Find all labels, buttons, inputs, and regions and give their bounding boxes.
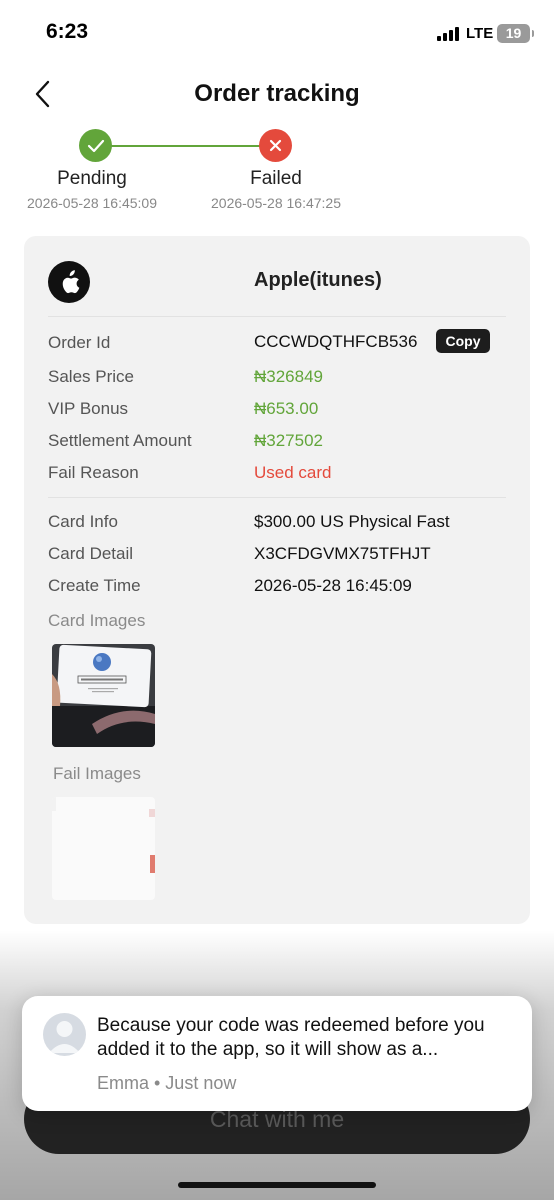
step-failed-dot bbox=[259, 129, 292, 162]
fail-reason-label: Fail Reason bbox=[48, 463, 139, 482]
network-label: LTE bbox=[466, 25, 494, 42]
fail-reason-value: Used card bbox=[254, 463, 332, 482]
card-image-thumbnail[interactable] bbox=[52, 644, 155, 747]
step-failed-label: Failed bbox=[250, 168, 302, 189]
fail-image-thumbnail[interactable] bbox=[52, 797, 155, 900]
brand-name: Apple(itunes) bbox=[254, 269, 382, 291]
create-time-label: Create Time bbox=[48, 576, 141, 595]
order-progress: Pending Failed 2026-05-28 16:45:09 2026-… bbox=[0, 128, 554, 218]
sales-price-label: Sales Price bbox=[48, 367, 134, 386]
card-info-label: Card Info bbox=[48, 512, 118, 531]
notification-banner[interactable]: Because your code was redeemed before yo… bbox=[22, 996, 532, 1111]
step-failed-time: 2026-05-28 16:47:25 bbox=[211, 195, 341, 211]
divider bbox=[48, 497, 506, 498]
check-icon bbox=[87, 139, 105, 153]
notification-message: Because your code was redeemed before yo… bbox=[97, 1015, 485, 1060]
battery-icon: 19 bbox=[497, 24, 534, 43]
status-time: 6:23 bbox=[46, 20, 89, 43]
card-detail-value: X3CFDGVMX75TFHJT bbox=[254, 544, 431, 563]
progress-line bbox=[96, 145, 276, 147]
user-avatar-icon bbox=[43, 1013, 86, 1056]
apple-icon bbox=[48, 261, 90, 303]
step-pending-dot bbox=[79, 129, 112, 162]
divider bbox=[48, 316, 506, 317]
card-detail-label: Card Detail bbox=[48, 544, 134, 563]
sales-price-value: ₦326849 bbox=[254, 367, 324, 386]
step-pending-time: 2026-05-28 16:45:09 bbox=[27, 195, 157, 211]
page-title: Order tracking bbox=[194, 80, 360, 107]
order-id-value: CCCWDQTHFCB536 bbox=[254, 332, 418, 351]
copy-button[interactable]: Copy bbox=[436, 329, 490, 353]
vip-bonus-label: VIP Bonus bbox=[48, 399, 129, 418]
home-indicator bbox=[178, 1182, 376, 1188]
card-info-value: $300.00 US Physical Fast bbox=[254, 512, 450, 531]
create-time-value: 2026-05-28 16:45:09 bbox=[254, 576, 412, 595]
status-bar: 6:23 LTE 19 bbox=[0, 0, 554, 62]
step-pending-label: Pending bbox=[57, 168, 127, 189]
vip-bonus-value: ₦653.00 bbox=[254, 399, 319, 418]
settlement-amount-label: Settlement Amount bbox=[48, 431, 192, 450]
close-icon bbox=[269, 139, 282, 152]
settlement-amount-value: ₦327502 bbox=[254, 431, 324, 450]
notification-meta: Emma • Just now bbox=[97, 1073, 237, 1093]
signal-icon bbox=[437, 27, 461, 41]
card-images-label: Card Images bbox=[48, 611, 146, 630]
order-card: Apple(itunes) Order Id CCCWDQTHFCB536 Co… bbox=[24, 236, 530, 924]
order-id-label: Order Id bbox=[48, 333, 111, 352]
fail-images-label: Fail Images bbox=[53, 764, 141, 783]
